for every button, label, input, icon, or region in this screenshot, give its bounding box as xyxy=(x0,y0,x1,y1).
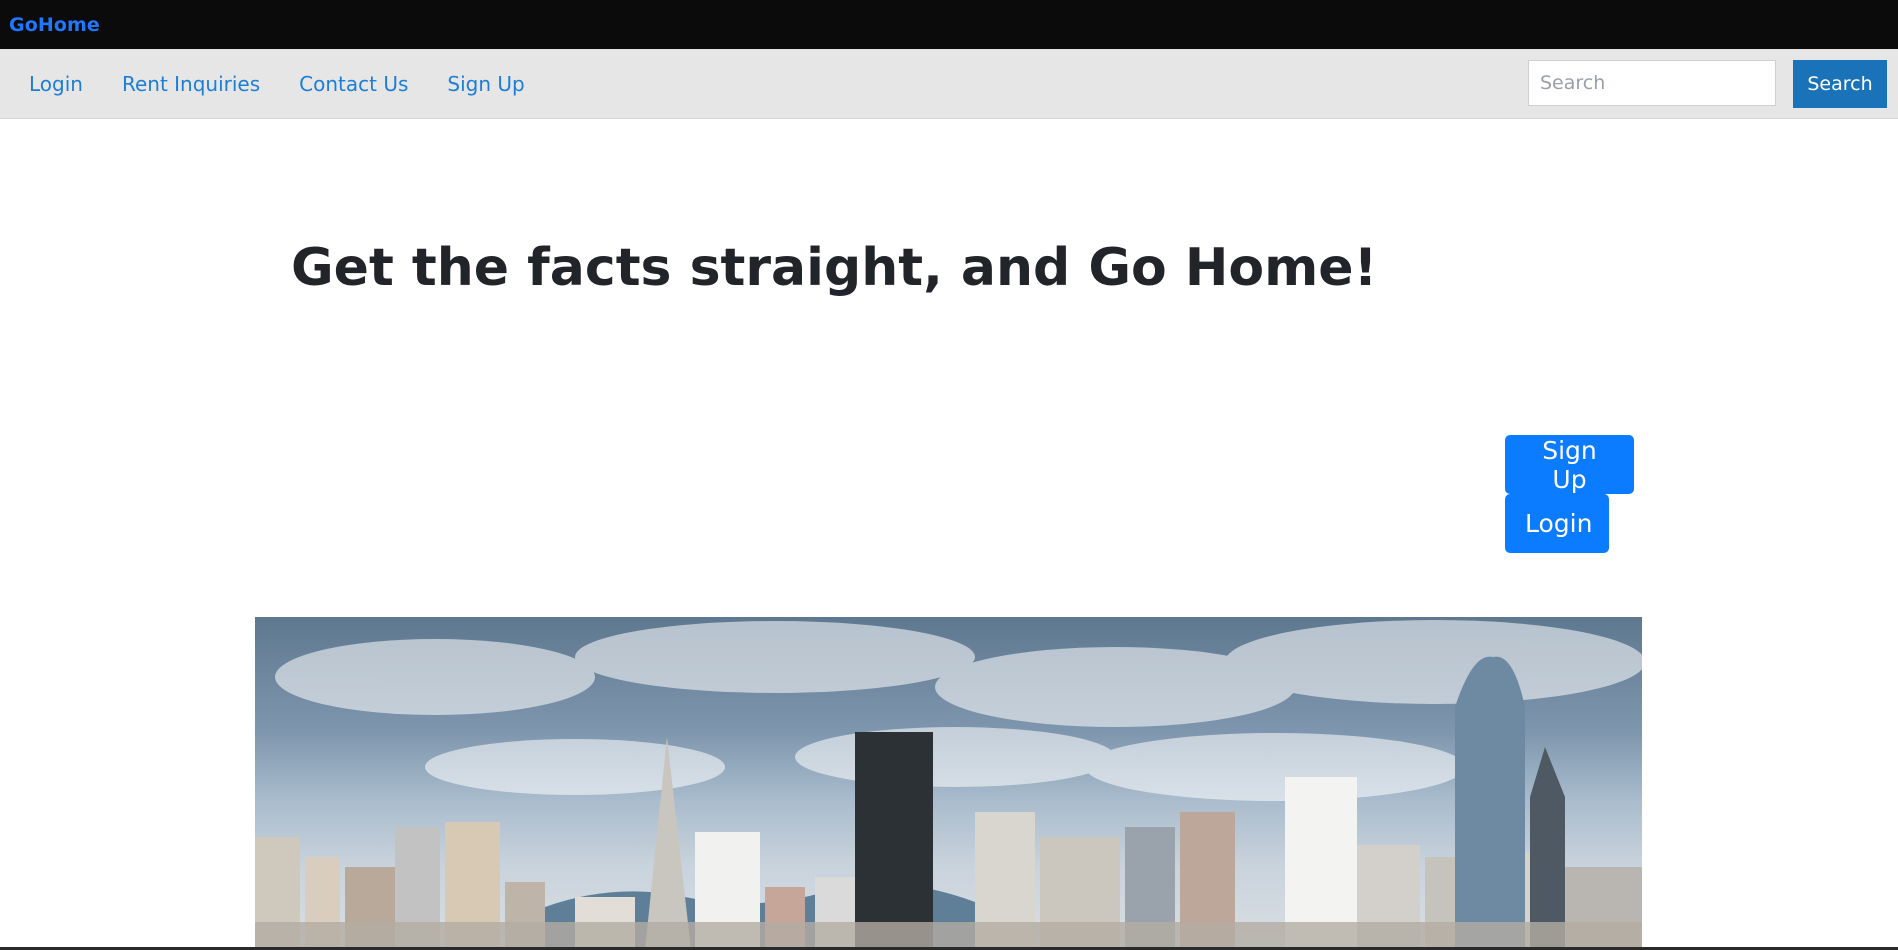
top-bar: GoHome xyxy=(0,0,1898,49)
nav-link-sign-up[interactable]: Sign Up xyxy=(447,72,524,96)
brand-logo-link[interactable]: GoHome xyxy=(9,14,100,36)
city-skyline-image xyxy=(255,617,1642,950)
login-button[interactable]: Login xyxy=(1505,494,1609,553)
skyline-illustration xyxy=(255,620,1642,950)
nav-link-contact-us[interactable]: Contact Us xyxy=(299,72,408,96)
sign-up-button[interactable]: Sign Up xyxy=(1505,435,1634,494)
nav-links: Login Rent Inquiries Contact Us Sign Up xyxy=(29,49,525,118)
search-button[interactable]: Search xyxy=(1793,60,1887,108)
search-input[interactable] xyxy=(1528,60,1776,106)
nav-link-login[interactable]: Login xyxy=(29,72,83,96)
hero-title: Get the facts straight, and Go Home! xyxy=(291,238,1378,298)
nav-link-rent-inquiries[interactable]: Rent Inquiries xyxy=(122,72,260,96)
